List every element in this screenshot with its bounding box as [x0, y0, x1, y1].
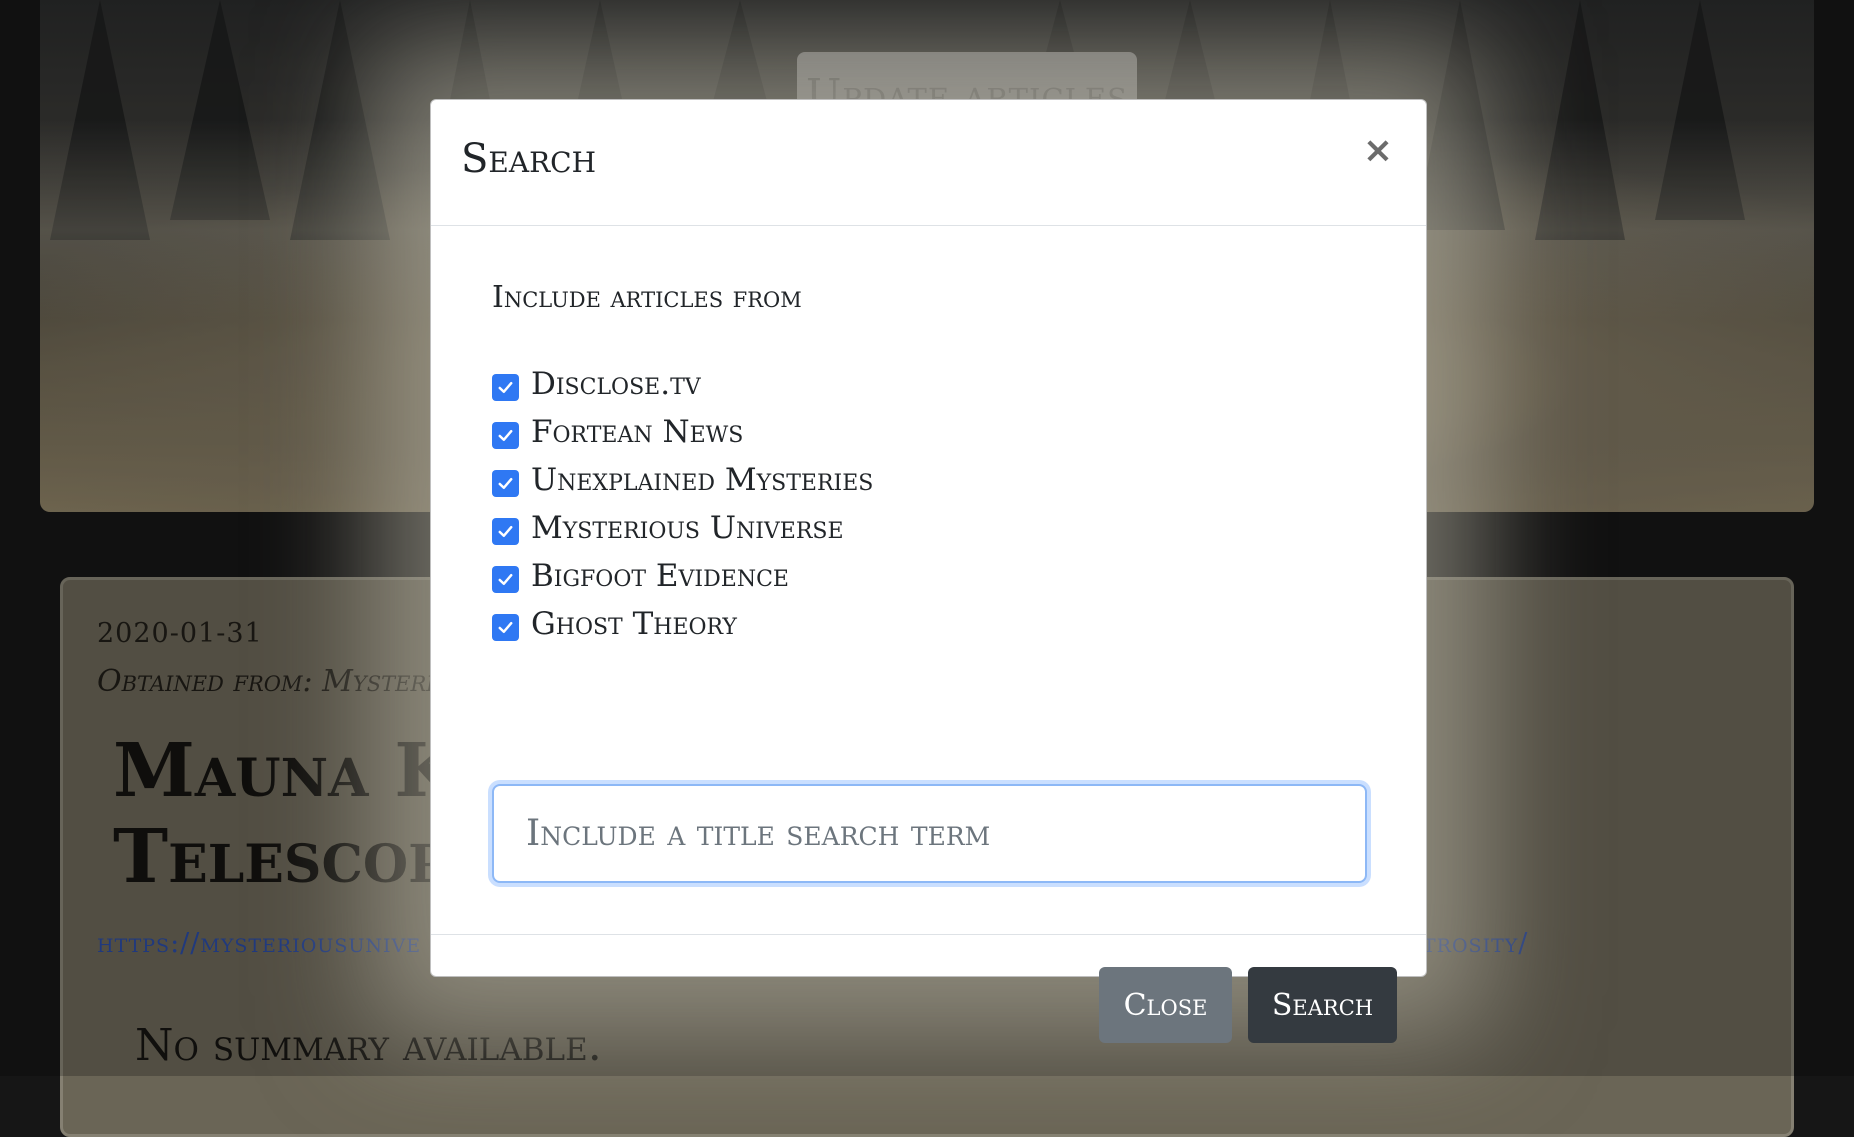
- source-label: Ghost Theory: [531, 606, 737, 642]
- modal-body: Include articles from Disclose.tv Fortea…: [431, 226, 1426, 934]
- close-button[interactable]: Close: [1099, 967, 1232, 1043]
- close-icon[interactable]: ×: [1360, 130, 1396, 171]
- search-modal: Search × Include articles from Disclose.…: [430, 99, 1427, 1043]
- source-label: Disclose.tv: [531, 366, 701, 402]
- source-label: Unexplained Mysteries: [531, 462, 874, 498]
- checkbox-checked-icon[interactable]: [492, 373, 519, 401]
- source-item-fortean-news[interactable]: Fortean News: [492, 408, 873, 456]
- modal-header: Search ×: [431, 100, 1426, 226]
- checkbox-checked-icon[interactable]: [492, 469, 519, 497]
- modal-title: Search: [461, 136, 596, 182]
- source-checkbox-list: Disclose.tv Fortean News Unexplained Mys…: [492, 360, 873, 648]
- source-item-ghost-theory[interactable]: Ghost Theory: [492, 600, 873, 648]
- checkbox-checked-icon[interactable]: [492, 565, 519, 593]
- source-item-disclose-tv[interactable]: Disclose.tv: [492, 360, 873, 408]
- search-button[interactable]: Search: [1248, 967, 1397, 1043]
- checkbox-checked-icon[interactable]: [492, 421, 519, 449]
- source-label: Fortean News: [531, 414, 744, 450]
- checkbox-checked-icon[interactable]: [492, 517, 519, 545]
- source-label: Mysterious Universe: [531, 510, 844, 546]
- source-item-unexplained-mysteries[interactable]: Unexplained Mysteries: [492, 456, 873, 504]
- title-search-input[interactable]: [492, 784, 1367, 883]
- checkbox-checked-icon[interactable]: [492, 613, 519, 641]
- source-item-mysterious-universe[interactable]: Mysterious Universe: [492, 504, 873, 552]
- source-label: Bigfoot Evidence: [531, 558, 789, 594]
- include-articles-label: Include articles from: [492, 280, 802, 315]
- modal-footer: Close Search: [431, 934, 1426, 1043]
- footer-divider: [431, 934, 1426, 935]
- source-item-bigfoot-evidence[interactable]: Bigfoot Evidence: [492, 552, 873, 600]
